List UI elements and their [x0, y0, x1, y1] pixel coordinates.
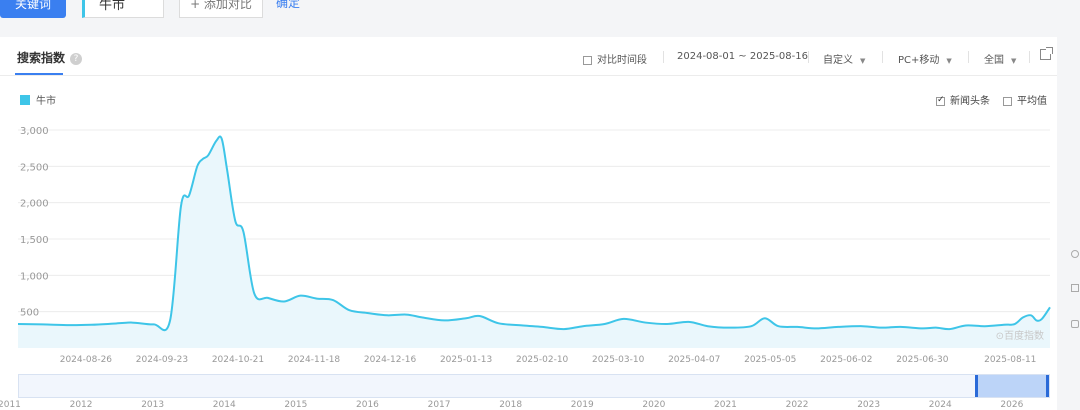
y-tick-label: 1,000	[20, 271, 49, 282]
navigator-year-label: 2016	[356, 400, 379, 410]
navigator-year-label: 2013	[141, 400, 165, 410]
x-tick-label: 2024-09-23	[136, 355, 188, 365]
navigator-year-label: 2023	[857, 400, 881, 410]
series-area-fill	[18, 136, 1050, 348]
time-navigator[interactable]	[18, 374, 1050, 398]
y-tick-label: 1,500	[20, 235, 49, 246]
watermark: ⊙百度指数	[996, 329, 1044, 342]
navigator-year-label: 2022	[785, 400, 809, 410]
navigator-year-label: 2021	[714, 400, 737, 410]
x-tick-label: 2025-06-30	[896, 355, 949, 365]
navigator-year-label: 2014	[212, 400, 236, 410]
navigator-year-axis: 2011 2012 2013 2014 2015 2016 2017 2018 2019 2020…	[0, 400, 1080, 410]
x-tick-label: 2024-11-18	[288, 355, 341, 365]
side-tool-icon[interactable]	[1071, 320, 1079, 328]
navigator-year-label: 2020	[642, 400, 666, 410]
series-line	[17, 135, 1051, 332]
side-tool-icon[interactable]	[1071, 250, 1079, 258]
navigator-year-label: 2019	[570, 400, 594, 410]
y-tick-label: 3,000	[20, 126, 49, 137]
x-tick-label: 2024-10-21	[212, 355, 264, 365]
search-index-chart[interactable]: 3,000 2,500 2,000 1,500 1,000 500 ⊙百度指数 2024-08…	[0, 0, 1080, 370]
x-tick-label: 2025-02-10	[516, 355, 569, 365]
navigator-year-label: 2018	[499, 400, 523, 410]
navigator-year-label: 2017	[427, 400, 451, 410]
navigator-year-label: 2015	[284, 400, 308, 410]
y-tick-label: 2,000	[20, 199, 49, 210]
x-tick-label: 2025-05-05	[744, 355, 796, 365]
x-tick-label: 2025-03-10	[592, 355, 645, 365]
navigator-year-label: 2011	[0, 400, 21, 410]
navigator-selection-handle[interactable]	[975, 375, 1049, 397]
x-tick-label: 2024-08-26	[60, 355, 113, 365]
x-tick-label: 2025-01-13	[440, 355, 492, 365]
side-tool-icon[interactable]	[1071, 284, 1079, 292]
y-tick-label: 500	[20, 308, 39, 319]
navigator-year-label: 2024	[928, 400, 952, 410]
navigator-year-label: 2012	[69, 400, 93, 410]
x-tick-label: 2025-06-02	[820, 355, 872, 365]
x-tick-label: 2025-04-07	[668, 355, 720, 365]
navigator-year-label: 2026	[1000, 400, 1024, 410]
x-tick-label: 2024-12-16	[364, 355, 417, 365]
x-tick-label: 2025-08-11	[984, 355, 1036, 365]
y-tick-label: 2,500	[20, 162, 49, 173]
